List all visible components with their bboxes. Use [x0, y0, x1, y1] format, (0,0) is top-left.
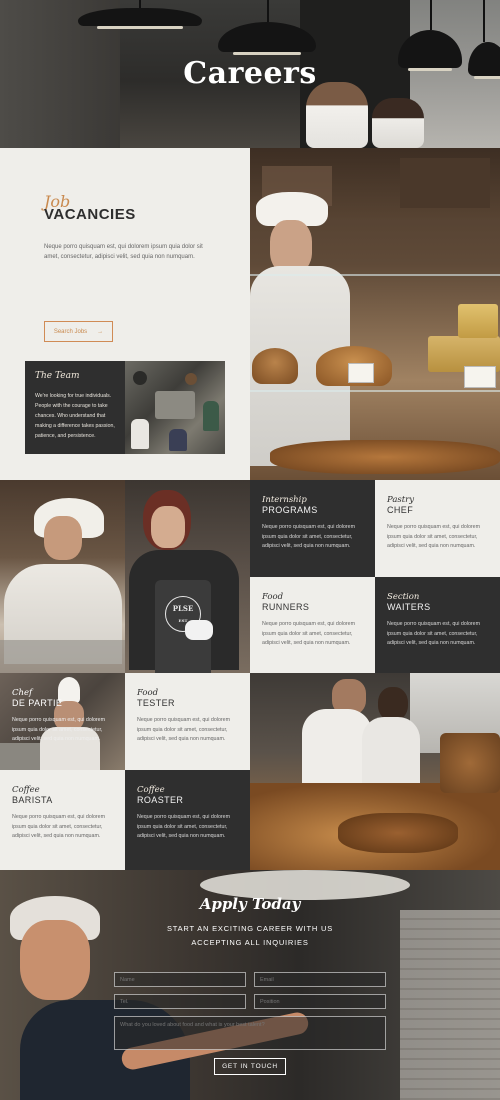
- search-jobs-label: Search Jobs: [53, 328, 88, 335]
- job-tile-internship-programs[interactable]: Internship PROGRAMS Neque porro quisquam…: [250, 480, 375, 577]
- bakery-counter-photo: [250, 148, 500, 480]
- tile-script: Pastry: [387, 495, 415, 505]
- baker-woman-photo: [0, 480, 125, 673]
- vacancies-heading: VACANCIES: [44, 206, 136, 223]
- tile-text: Neque porro quisquam est, qui dolorem ip…: [387, 524, 481, 549]
- tile-script: Food: [137, 688, 159, 698]
- tile-script: Internship: [262, 495, 307, 505]
- team-card: The Team We're looking for true individu…: [25, 361, 225, 454]
- email-field[interactable]: [254, 972, 386, 987]
- search-jobs-button[interactable]: Search Jobs →: [44, 321, 113, 342]
- apply-subtitle-2: ACCEPTING ALL INQUIRIES: [191, 938, 309, 947]
- waitress-apron-photo: PLSE EST: [125, 480, 250, 673]
- job-tile-coffee-barista[interactable]: Coffee BARISTA Neque porro quisquam est,…: [0, 770, 125, 870]
- tile-text: Neque porro quisquam est, qui dolorem ip…: [387, 621, 481, 646]
- job-tile-chef-de-partie[interactable]: Chef DE PARTIE Neque porro quisquam est,…: [0, 673, 125, 770]
- job-tile-food-runners[interactable]: Food RUNNERS Neque porro quisquam est, q…: [250, 577, 375, 673]
- job-tile-coffee-roaster[interactable]: Coffee ROASTER Neque porro quisquam est,…: [125, 770, 250, 870]
- position-field[interactable]: [254, 994, 386, 1009]
- tile-script: Chef: [12, 688, 33, 698]
- tile-title: PROGRAMS: [262, 505, 318, 515]
- tile-script: Coffee: [137, 785, 165, 795]
- tile-script: Food: [262, 592, 284, 602]
- tile-text: Neque porro quisquam est, qui dolorem ip…: [262, 524, 356, 549]
- job-vacancies-section: Job VACANCIES Neque porro quisquam est, …: [0, 148, 250, 480]
- vacancies-description: Neque porro quisquam est, qui dolorem ip…: [44, 244, 203, 260]
- tel-field[interactable]: [114, 994, 246, 1009]
- tile-text: Neque porro quisquam est, qui dolorem ip…: [12, 717, 106, 742]
- name-field[interactable]: [114, 972, 246, 987]
- page-title: Careers: [183, 56, 317, 91]
- tile-title: BARISTA: [12, 795, 53, 805]
- apply-section: Apply Today START AN EXCITING CAREER WIT…: [0, 870, 500, 1100]
- tile-text: Neque porro quisquam est, qui dolorem ip…: [137, 717, 231, 742]
- hero-person-photo: [306, 82, 368, 148]
- team-description: We're looking for true individuals. Peop…: [35, 393, 115, 439]
- team-kitchen-photo: [125, 361, 225, 454]
- tile-title: CHEF: [387, 505, 414, 515]
- tile-title: TESTER: [137, 698, 175, 708]
- tile-title: DE PARTIE: [12, 698, 63, 708]
- team-heading: The Team: [35, 371, 80, 381]
- bakery-staff-photo: [250, 673, 500, 870]
- job-tile-food-tester[interactable]: Food TESTER Neque porro quisquam est, qu…: [125, 673, 250, 770]
- apply-heading: Apply Today: [199, 895, 301, 913]
- get-in-touch-button[interactable]: GET IN TOUCH: [214, 1058, 286, 1075]
- tile-text: Neque porro quisquam est, qui dolorem ip…: [12, 814, 106, 839]
- message-field[interactable]: [114, 1016, 386, 1050]
- tile-script: Section: [387, 592, 420, 602]
- tile-text: Neque porro quisquam est, qui dolorem ip…: [137, 814, 231, 839]
- hero-person-photo: [372, 98, 424, 148]
- tile-text: Neque porro quisquam est, qui dolorem ip…: [262, 621, 356, 646]
- pendant-lamp: [78, 8, 202, 29]
- arrow-right-icon: →: [97, 328, 104, 335]
- tile-script: Coffee: [12, 785, 40, 795]
- job-tile-section-waiters[interactable]: Section WAITERS Neque porro quisquam est…: [375, 577, 500, 673]
- tile-title: ROASTER: [137, 795, 184, 805]
- hero-banner: Careers: [0, 0, 500, 148]
- job-tile-pastry-chef[interactable]: Pastry CHEF Neque porro quisquam est, qu…: [375, 480, 500, 577]
- tile-title: WAITERS: [387, 602, 431, 612]
- tile-title: RUNNERS: [262, 602, 310, 612]
- apply-subtitle-1: START AN EXCITING CAREER WITH US: [166, 924, 334, 933]
